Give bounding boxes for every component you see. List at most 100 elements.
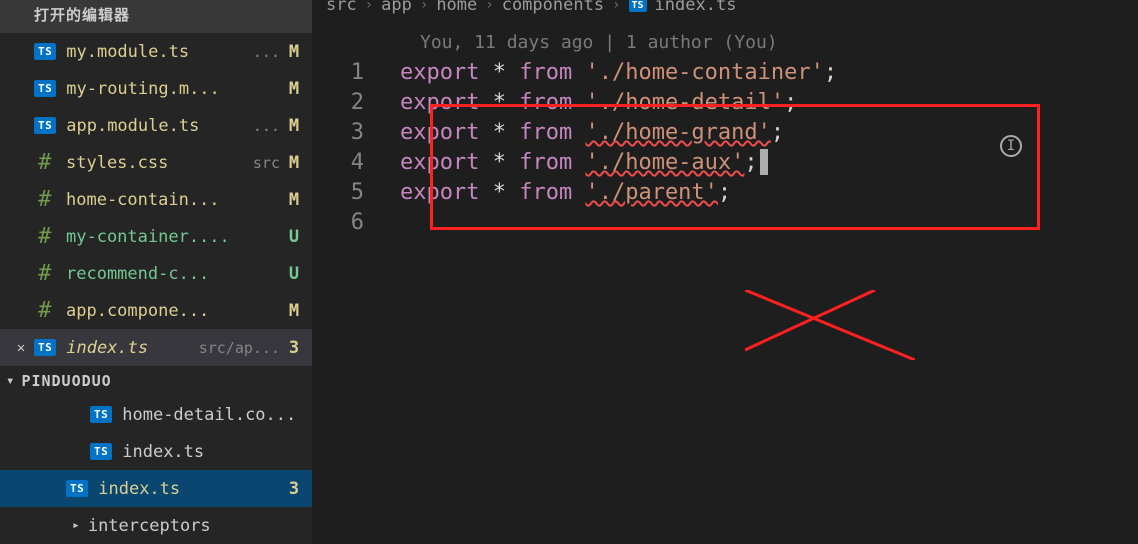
keyword: from (519, 90, 572, 115)
open-editor-item[interactable]: # my-container.... U (0, 218, 312, 255)
space (572, 180, 585, 205)
project-name: PINDUODUO (21, 372, 111, 390)
close-icon[interactable]: ✕ (8, 340, 34, 356)
file-dir: ... (253, 117, 280, 135)
line-number: 6 (312, 208, 364, 238)
file-name: styles.css (66, 153, 245, 173)
file-name: my-container.... (66, 227, 280, 247)
keyword: export (400, 60, 479, 85)
folder-name: interceptors (88, 516, 312, 536)
code-content[interactable]: export * from './home-container'; export… (400, 56, 837, 238)
breadcrumb-separator-icon: › (612, 0, 620, 13)
punct: ; (744, 150, 757, 175)
file-name: index.ts (66, 338, 190, 358)
punct: ; (784, 90, 797, 115)
file-status: M (280, 301, 308, 321)
string-error: './home-aux' (585, 150, 744, 175)
code-line[interactable]: export * from './home-grand'; (400, 118, 837, 148)
line-number: 1 (312, 58, 364, 88)
crumb[interactable]: components (502, 0, 604, 15)
line-number: 4 (312, 148, 364, 178)
file-name: home-detail.co... (122, 405, 312, 425)
file-status: M (280, 153, 308, 173)
space (572, 90, 585, 115)
open-editor-item[interactable]: TS app.module.ts ... M (0, 107, 312, 144)
line-number-gutter: 1 2 3 4 5 6 (312, 56, 400, 238)
file-name: my.module.ts (66, 42, 245, 62)
editor-area: src› app› home› components› TS index.ts … (312, 0, 1138, 544)
open-editor-item[interactable]: # home-contain... M (0, 181, 312, 218)
operator: * (479, 60, 519, 85)
file-type-badge: TS (34, 339, 56, 356)
file-problem-count: 3 (280, 338, 308, 358)
code-line[interactable] (400, 208, 837, 238)
open-editor-item[interactable]: # styles.css src M (0, 144, 312, 181)
file-type-badge: # (34, 150, 56, 175)
file-status: M (280, 79, 308, 99)
file-status: U (280, 264, 308, 284)
punct: ; (718, 180, 731, 205)
file-dir: ... (253, 43, 280, 61)
open-editor-item[interactable]: TS my.module.ts ... M (0, 33, 312, 70)
file-name: app.module.ts (66, 116, 245, 136)
code-line[interactable]: export * from './home-container'; (400, 58, 837, 88)
project-section-header[interactable]: ▾ PINDUODUO (0, 366, 312, 396)
breadcrumb-separator-icon: › (365, 0, 373, 13)
code-line[interactable]: export * from './home-aux'; (400, 148, 837, 178)
file-type-badge: TS (34, 43, 56, 60)
open-editors-list: TS my.module.ts ... M TS my-routing.m...… (0, 33, 312, 366)
file-type-badge: # (34, 224, 56, 249)
file-status: M (280, 42, 308, 62)
open-editor-item[interactable]: TS my-routing.m... M (0, 70, 312, 107)
operator: * (479, 180, 519, 205)
tree-file-item[interactable]: TS index.ts (0, 433, 312, 470)
file-name: index.ts (122, 442, 312, 462)
file-name: index.ts (98, 479, 189, 499)
open-editors-header[interactable]: 打开的编辑器 (0, 0, 312, 33)
tree-file-item[interactable]: TS home-detail.co... (0, 396, 312, 433)
file-type-badge: TS (90, 406, 112, 423)
line-number: 2 (312, 88, 364, 118)
space (572, 120, 585, 145)
tree-folder-item[interactable]: ▸ interceptors (0, 507, 312, 544)
keyword: export (400, 90, 479, 115)
keyword: export (400, 120, 479, 145)
file-type-badge: # (34, 187, 56, 212)
operator: * (479, 90, 519, 115)
crumb[interactable]: index.ts (655, 0, 737, 15)
chevron-right-icon: ▸ (72, 518, 80, 533)
text-cursor (760, 149, 768, 175)
open-editor-item-active[interactable]: ✕ TS index.ts src/ap... 3 (0, 329, 312, 366)
file-status: M (280, 190, 308, 210)
crumb[interactable]: app (381, 0, 412, 15)
crumb[interactable]: src (326, 0, 357, 15)
file-type-badge: TS (66, 480, 88, 497)
string: './home-container' (585, 60, 823, 85)
crumb[interactable]: home (436, 0, 477, 15)
string-error: './home-grand' (585, 120, 770, 145)
open-editor-item[interactable]: # recommend-c... U (0, 255, 312, 292)
keyword: from (519, 60, 572, 85)
breadcrumb-separator-icon: › (420, 0, 428, 13)
code-line[interactable]: export * from './parent'; (400, 178, 837, 208)
file-type-badge: TS (629, 0, 647, 12)
breadcrumb[interactable]: src › app › home › components › TS index.ts (312, 0, 1138, 16)
keyword: from (519, 150, 572, 175)
tree-file-item-active[interactable]: TS index.ts 3 (0, 470, 312, 507)
keyword: export (400, 150, 479, 175)
code-line[interactable]: export * from './home-detail'; (400, 88, 837, 118)
operator: * (479, 120, 519, 145)
line-number: 5 (312, 178, 364, 208)
open-editor-item[interactable]: # app.compone... M (0, 292, 312, 329)
code-editor[interactable]: 1 2 3 4 5 6 export * from './home-contai… (312, 56, 1138, 238)
file-dir: src/ap... (199, 339, 280, 357)
file-name: app.compone... (66, 301, 280, 321)
file-name: my-routing.m... (66, 79, 280, 99)
string-error: './parent' (585, 180, 717, 205)
file-status: U (280, 227, 308, 247)
keyword: export (400, 180, 479, 205)
file-type-badge: TS (90, 443, 112, 460)
gitblame-annotation: You, 11 days ago | 1 author (You) (312, 28, 1138, 56)
breadcrumb-separator-icon: › (485, 0, 493, 13)
sidebar: 打开的编辑器 TS my.module.ts ... M TS my-routi… (0, 0, 312, 544)
